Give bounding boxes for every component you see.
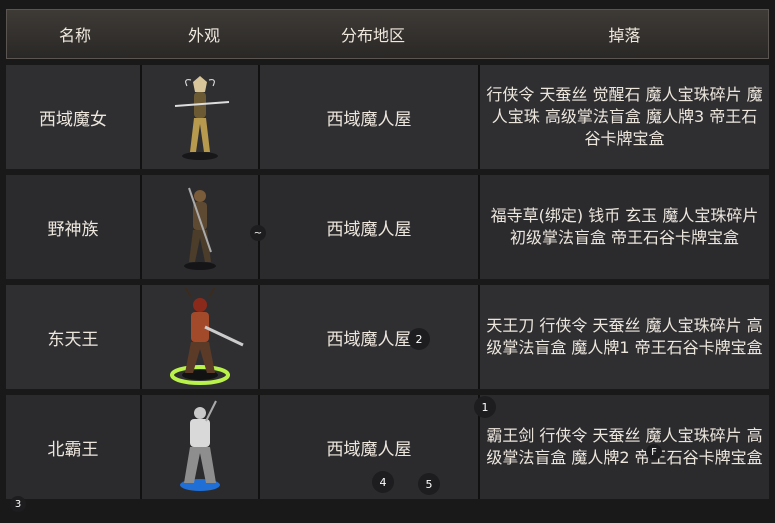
header-look: 外观 — [187, 26, 220, 45]
marker-4: 4 — [372, 471, 394, 493]
monster-look-cell — [140, 175, 260, 279]
monster-name: 北霸王 — [47, 439, 99, 460]
monster-look-cell — [140, 65, 260, 169]
marker-3: 3 — [10, 496, 26, 512]
monster-name: 东天王 — [47, 329, 99, 350]
monster-drop: 福寺草(绑定) 钱币 玄玉 魔人宝珠碎片 初级掌法盲盒 帝王石谷卡牌宝盒 — [478, 175, 769, 279]
table-row: 西域魔女 西域魔人屋 行侠令 天蚕丝 觉醒石 魔人宝珠碎片 魔人宝珠 高级掌法盲… — [6, 65, 769, 169]
table-row: 东天王 西域魔人屋 天王刀 行侠令 天蚕丝 魔人宝珠碎片 高级掌法盲盒 魔人牌1… — [6, 285, 769, 389]
monster-area: 西域魔人屋 — [326, 329, 412, 350]
marker-1: 1 — [474, 396, 496, 418]
marker-2: 2 — [408, 328, 430, 350]
monster-area: 西域魔人屋 — [326, 109, 412, 130]
monster-name: 野神族 — [47, 219, 99, 240]
north-king-figure-icon — [180, 400, 220, 491]
monster-look-cell — [140, 395, 260, 499]
tilde-marker: ~ — [250, 225, 266, 241]
header-name: 名称 — [58, 26, 91, 45]
monster-drop: 行侠令 天蚕丝 觉醒石 魔人宝珠碎片 魔人宝珠 高级掌法盲盒 魔人牌3 帝王石谷… — [478, 65, 769, 169]
monster-name: 西域魔女 — [39, 109, 107, 130]
witch-figure-icon — [174, 76, 230, 160]
header-drop: 掉落 — [608, 26, 641, 45]
table-header: 名称 外观 分布地区 掉落 — [6, 9, 769, 59]
marker-f: F — [646, 444, 662, 460]
monster-drop: 天王刀 行侠令 天蚕丝 魔人宝珠碎片 高级掌法盲盒 魔人牌1 帝王石谷卡牌宝盒 — [478, 285, 769, 389]
header-area: 分布地区 — [340, 26, 405, 45]
loot-table: 名称 外观 分布地区 掉落 西域魔女 西域魔人屋 行侠令 天蚕丝 觉醒石 魔人宝… — [0, 0, 775, 523]
table-row: 野神族 西域魔人屋 福寺草(绑定) 钱币 玄玉 魔人宝珠碎片 初级掌法盲盒 帝王… — [6, 175, 769, 279]
marker-5: 5 — [418, 473, 440, 495]
monster-look-cell — [140, 285, 260, 389]
monster-drop: 霸王剑 行侠令 天蚕丝 魔人宝珠碎片 高级掌法盲盒 魔人牌2 帝王石谷卡牌宝盒 — [478, 395, 769, 499]
monster-area: 西域魔人屋 — [326, 439, 412, 460]
east-king-figure-icon — [170, 287, 244, 385]
wild-warrior-figure-icon — [184, 187, 216, 270]
monster-area: 西域魔人屋 — [326, 219, 412, 240]
